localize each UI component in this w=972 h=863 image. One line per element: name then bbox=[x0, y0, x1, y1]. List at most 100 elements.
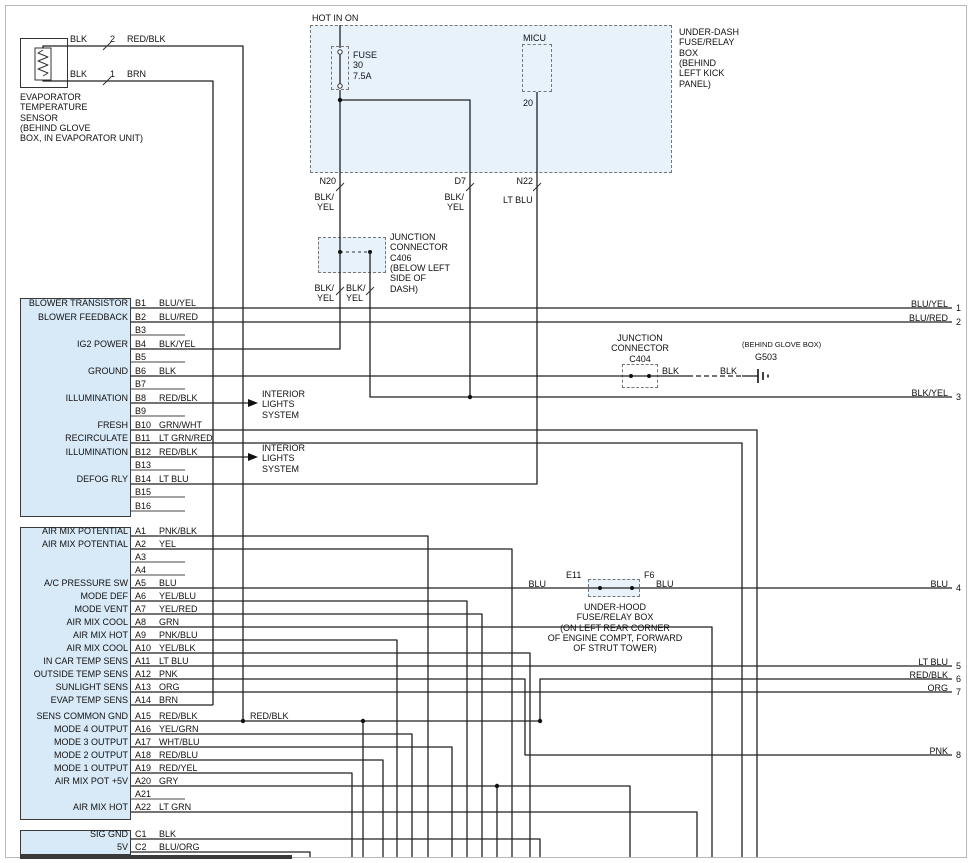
pin-row-b10: FRESHB10GRN/WHT bbox=[20, 420, 260, 432]
pin-number: C1 bbox=[135, 829, 147, 839]
wire-color-label: BLK/ YEL bbox=[346, 283, 366, 304]
pin-label-n20: N20 bbox=[312, 176, 336, 186]
pin-label-d7: D7 bbox=[448, 176, 466, 186]
pin-function-label: GROUND bbox=[20, 366, 128, 376]
pin-number: A9 bbox=[135, 630, 146, 640]
f6-terminal bbox=[630, 586, 634, 590]
c404-caption: JUNCTION CONNECTOR C404 bbox=[607, 333, 673, 364]
pin-row-c1: SIG GND C1 BLK bbox=[20, 829, 260, 841]
pin-number: B3 bbox=[135, 325, 146, 335]
wire-color-label: RED/BLU bbox=[159, 750, 198, 760]
pin-number: A6 bbox=[135, 591, 146, 601]
wire-color-label: WHT/BLU bbox=[159, 737, 200, 747]
pin-row-a6: MODE DEFA6YEL/BLU bbox=[20, 591, 260, 603]
pin-row-b14: DEFOG RLYB14LT BLU bbox=[20, 474, 260, 486]
fuse-terminal-bottom bbox=[338, 84, 342, 88]
pin-function-label: OUTSIDE TEMP SENS bbox=[20, 669, 128, 679]
junction-dot bbox=[538, 719, 542, 723]
pin-number: 2 bbox=[110, 34, 115, 44]
pin-row-b15: B15 bbox=[20, 487, 260, 499]
pin-row-a21: A21 bbox=[20, 789, 260, 801]
c404-terminal bbox=[647, 374, 651, 378]
pin-function-label: 5V bbox=[20, 842, 128, 852]
micu-label: MICU bbox=[523, 33, 546, 43]
pin-function-label: RECIRCULATE bbox=[20, 433, 128, 443]
pin-number: B12 bbox=[135, 447, 151, 457]
wire-color-label: BLU bbox=[528, 579, 546, 589]
pin-number: B7 bbox=[135, 379, 146, 389]
exit-number: 3 bbox=[956, 392, 961, 402]
pin-number: B15 bbox=[135, 487, 151, 497]
wire-color-label: GRN bbox=[159, 617, 179, 627]
pin-number: A11 bbox=[135, 656, 150, 666]
pin-row-a12: OUTSIDE TEMP SENSA12PNK bbox=[20, 669, 260, 681]
pin-number: A22 bbox=[135, 802, 151, 812]
pin-row-b1: BLOWER TRANSISTORB1BLU/YEL bbox=[20, 298, 260, 310]
resistor-zigzag-icon bbox=[38, 50, 48, 76]
pin-row-a17: MODE 3 OUTPUTA17WHT/BLU bbox=[20, 737, 260, 749]
pin-number: B11 bbox=[135, 433, 150, 443]
pin-function-label: IG2 POWER bbox=[20, 339, 128, 349]
wire-color-label: BLK/YEL bbox=[159, 339, 196, 349]
c404-terminal bbox=[629, 374, 633, 378]
wire-color-label: BLK bbox=[70, 69, 87, 79]
pin-function-label: AIR MIX COOL bbox=[20, 643, 128, 653]
pin-number: A21 bbox=[135, 789, 151, 799]
pin-row-b16: B16 bbox=[20, 501, 260, 513]
pin-function-label: ILLUMINATION bbox=[20, 393, 128, 403]
pin-row-a2: AIR MIX POTENTIALA2YEL bbox=[20, 539, 260, 551]
pin-function-label: IN CAR TEMP SENS bbox=[20, 656, 128, 666]
wire-color-label: YEL/BLK bbox=[159, 643, 196, 653]
pin-function-label: AIR MIX POT +5V bbox=[20, 776, 128, 786]
pin-row-a9: AIR MIX HOTA9PNK/BLU bbox=[20, 630, 260, 642]
pin-row-b6: GROUNDB6BLK bbox=[20, 366, 260, 378]
pin-row-a15: SENS COMMON GNDA15RED/BLK bbox=[20, 711, 260, 723]
wire-color-label: YEL/BLU bbox=[159, 591, 196, 601]
resistor-outline bbox=[35, 48, 51, 80]
exit-number: 6 bbox=[956, 674, 961, 684]
pin-function-label: FRESH bbox=[20, 420, 128, 430]
pin-number: B5 bbox=[135, 352, 146, 362]
pin-row-a3: A3 bbox=[20, 552, 260, 564]
wire-color-label: BLU/RED bbox=[159, 312, 198, 322]
exit-color-label: BLU/YEL bbox=[888, 299, 948, 309]
pin-row-a11: IN CAR TEMP SENSA11LT BLU bbox=[20, 656, 260, 668]
pin-function-label: SENS COMMON GND bbox=[20, 711, 128, 721]
wire-color-label: BLU/YEL bbox=[159, 298, 196, 308]
pin-number: B13 bbox=[135, 460, 151, 470]
pin-row-a19: MODE 1 OUTPUTA19RED/YEL bbox=[20, 763, 260, 775]
pin-row-b8: ILLUMINATIONB8RED/BLK bbox=[20, 393, 260, 405]
pin-row-a7: MODE VENTA7YEL/RED bbox=[20, 604, 260, 616]
junction-dot bbox=[495, 784, 499, 788]
hot-in-on-label: HOT IN ON bbox=[312, 13, 358, 23]
pin-function-label: AIR MIX POTENTIAL bbox=[20, 526, 128, 536]
micu-pin-label: 20 bbox=[515, 98, 533, 108]
wire-color-label: YEL/GRN bbox=[159, 724, 199, 734]
wire-color-label: LT GRN bbox=[159, 802, 191, 812]
pin-function-label: DEFOG RLY bbox=[20, 474, 128, 484]
pin-row-a4: A4 bbox=[20, 565, 260, 577]
pin-number: A20 bbox=[135, 776, 151, 786]
pin-function-label: ILLUMINATION bbox=[20, 447, 128, 457]
pin-row-a1: AIR MIX POTENTIALA1PNK/BLK bbox=[20, 526, 260, 538]
wire-color-label: BLK bbox=[159, 829, 176, 839]
pin-number: A7 bbox=[135, 604, 146, 614]
pin-row-b11: RECIRCULATEB11LT GRN/RED bbox=[20, 433, 260, 445]
pin-number: A13 bbox=[135, 682, 151, 692]
wire-color-label: BLK bbox=[720, 366, 737, 376]
pin-row-a13: SUNLIGHT SENSA13ORG bbox=[20, 682, 260, 694]
fuse-terminal-top bbox=[338, 50, 342, 54]
pin-row-a22: AIR MIX HOT A22 LT GRN bbox=[20, 802, 260, 814]
pin-function-label: MODE 3 OUTPUT bbox=[20, 737, 128, 747]
wire-color-label: BLU bbox=[656, 579, 674, 589]
pin-row-a5: A/C PRESSURE SWA5BLU bbox=[20, 578, 260, 590]
pin-number: A3 bbox=[135, 552, 146, 562]
pin-row-a16: MODE 4 OUTPUTA16YEL/GRN bbox=[20, 724, 260, 736]
wire-color-label: BLK/ YEL bbox=[308, 283, 334, 304]
c406-caption: JUNCTION CONNECTOR C406 (BELOW LEFT SIDE… bbox=[390, 232, 450, 294]
pin-row-b9: B9 bbox=[20, 406, 260, 418]
connector-slashes bbox=[103, 42, 541, 295]
pin-function-label: SIG GND bbox=[20, 829, 128, 839]
under-dash-caption: UNDER-DASH FUSE/RELAY BOX (BEHIND LEFT K… bbox=[679, 27, 739, 89]
pin-function-label: AIR MIX HOT bbox=[20, 802, 128, 812]
